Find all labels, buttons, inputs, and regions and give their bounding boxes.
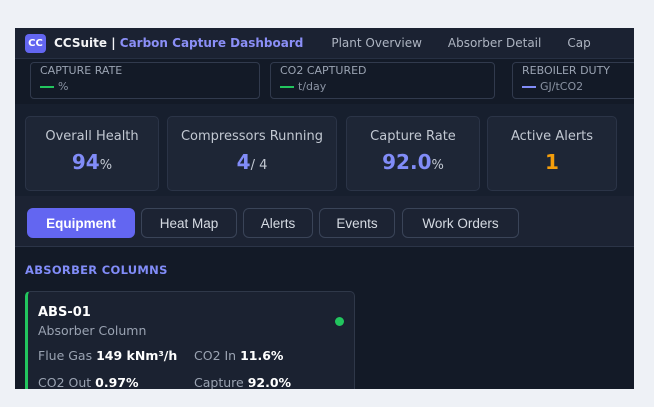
app-brand: CCSuite | Carbon Capture Dashboard bbox=[54, 36, 303, 50]
stat-cards: Overall Health 94% Compressors Running 4… bbox=[15, 104, 634, 196]
stat-value: 1 bbox=[545, 150, 559, 174]
tab-heat-map[interactable]: Heat Map bbox=[141, 208, 237, 238]
kpi-co2-captured: CO2 CAPTURED t/day bbox=[270, 62, 495, 99]
stat-active-alerts: Active Alerts 1 bbox=[487, 116, 617, 191]
kpi-label: CAPTURE RATE bbox=[40, 64, 123, 77]
trend-line-icon bbox=[522, 86, 536, 88]
stat-compressors-running: Compressors Running 4/ 4 bbox=[167, 116, 337, 191]
tab-equipment[interactable]: Equipment bbox=[27, 208, 135, 238]
kpi-value: % bbox=[40, 78, 250, 95]
nav-link-plant-overview[interactable]: Plant Overview bbox=[331, 36, 422, 50]
stat-capture-rate: Capture Rate 92.0% bbox=[346, 116, 480, 191]
nav-link-capture[interactable]: Cap bbox=[567, 36, 590, 50]
stat-label: Capture Rate bbox=[370, 129, 456, 144]
kpi-capture-rate: CAPTURE RATE % bbox=[30, 62, 260, 99]
nav-link-absorber-detail[interactable]: Absorber Detail bbox=[448, 36, 541, 50]
stat-value: 4/ 4 bbox=[236, 150, 268, 174]
equipment-card[interactable]: ABS-01 Absorber Column Flue Gas 149 kNm³… bbox=[25, 291, 355, 389]
kpi-label: REBOILER DUTY bbox=[522, 64, 611, 77]
stat-overall-health: Overall Health 94% bbox=[25, 116, 159, 191]
metric-co2-in: CO2 In 11.6% bbox=[194, 348, 284, 363]
top-nav: CC CCSuite | Carbon Capture Dashboard Pl… bbox=[15, 28, 634, 59]
stat-label: Compressors Running bbox=[180, 129, 324, 144]
metric-capture: Capture 92.0% bbox=[194, 375, 292, 389]
kpi-label: CO2 CAPTURED bbox=[280, 64, 367, 77]
tab-alerts[interactable]: Alerts bbox=[243, 208, 313, 238]
metric-flue-gas: Flue Gas 149 kNm³/h bbox=[38, 348, 178, 363]
kpi-reboiler-duty: REBOILER DUTY GJ/tCO2 bbox=[512, 62, 634, 99]
stat-value: 92.0% bbox=[382, 150, 444, 174]
trend-line-icon bbox=[40, 86, 54, 88]
equipment-id: ABS-01 bbox=[38, 305, 91, 320]
equipment-type: Absorber Column bbox=[38, 323, 147, 338]
app-logo: CC bbox=[25, 33, 46, 53]
metric-co2-out: CO2 Out 0.97% bbox=[38, 375, 139, 389]
tab-bar: Equipment Heat Map Alerts Events Work Or… bbox=[15, 196, 634, 247]
tab-events[interactable]: Events bbox=[319, 208, 395, 238]
dashboard-window: CC CCSuite | Carbon Capture Dashboard Pl… bbox=[15, 28, 634, 389]
trend-line-icon bbox=[280, 86, 294, 88]
brand-name: CCSuite | bbox=[54, 36, 116, 50]
tab-work-orders[interactable]: Work Orders bbox=[402, 208, 519, 238]
brand-subtitle: Carbon Capture Dashboard bbox=[119, 36, 304, 50]
kpi-strip: CAPTURE RATE % CO2 CAPTURED t/day REBOIL… bbox=[15, 59, 634, 103]
equipment-section: ABSORBER COLUMNS ABS-01 Absorber Column … bbox=[15, 247, 634, 389]
kpi-value: GJ/tCO2 bbox=[522, 78, 627, 95]
stat-value: 94% bbox=[71, 150, 113, 174]
stat-label: Overall Health bbox=[45, 129, 139, 144]
section-title: ABSORBER COLUMNS bbox=[25, 263, 168, 277]
status-dot-icon bbox=[335, 317, 344, 326]
kpi-value: t/day bbox=[280, 78, 485, 95]
stat-label: Active Alerts bbox=[510, 129, 594, 144]
